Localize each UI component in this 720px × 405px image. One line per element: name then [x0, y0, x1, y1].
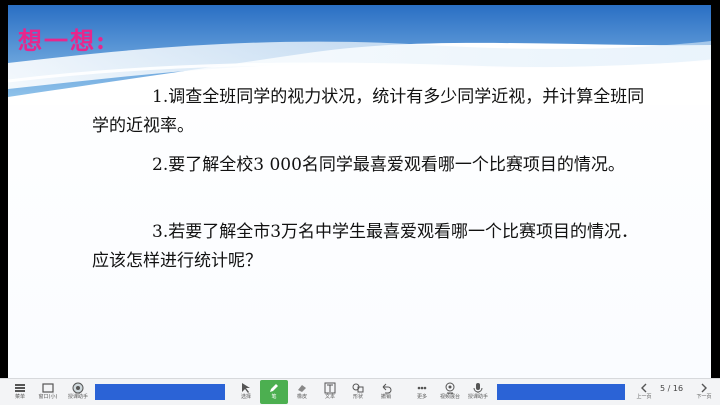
bottom-toolbar: 菜单 窗口(小) 授课助手 选择 笔 橡皮 文本 形状 撤销 更多 视频展台 授…: [0, 378, 720, 405]
text-tool-button[interactable]: 文本: [316, 380, 344, 404]
next-page-button[interactable]: 下一页: [690, 380, 718, 404]
slide: 想一想: 1.调查全班同学的视力状况，统计有多少同学近视，并计算全班同学的近视率…: [8, 5, 711, 378]
assistant-button[interactable]: 授课助手: [64, 380, 92, 404]
toolbar-accent-left: [95, 384, 225, 400]
cursor-icon: [239, 382, 253, 394]
pen-tool-button[interactable]: 笔: [260, 380, 288, 404]
shape-tool-button[interactable]: 形状: [344, 380, 372, 404]
question-1: 1.调查全班同学的视力状况，统计有多少同学近视，并计算全班同学的近视率。: [92, 87, 645, 136]
more-button[interactable]: 更多: [408, 380, 436, 404]
menu-button[interactable]: 菜单: [6, 380, 34, 404]
assistant-icon: [71, 382, 85, 394]
page-indicator: 5 / 16: [660, 384, 684, 393]
question-3: 3.若要了解全市3万名中学生最喜爱观看哪一个比赛项目的情况．应该怎样进行统计呢？: [92, 222, 639, 271]
camera-icon: [443, 382, 457, 394]
eraser-tool-button[interactable]: 橡皮: [288, 380, 316, 404]
presentation-screen: 想一想: 1.调查全班同学的视力状况，统计有多少同学近视，并计算全班同学的近视率…: [0, 0, 720, 405]
shape-icon: [351, 382, 365, 394]
mic-icon: [471, 382, 485, 394]
eraser-icon: [295, 382, 309, 394]
slide-title: 想一想:: [18, 26, 107, 55]
window-icon: [41, 382, 55, 394]
text-icon: [323, 382, 337, 394]
more-icon: [415, 382, 429, 394]
prev-page-button[interactable]: 上一页: [630, 380, 658, 404]
question-2: 2.要了解全校3 000名同学最喜爱观看哪一个比赛项目的情况。: [152, 155, 625, 175]
toolbar-accent-right: [497, 384, 625, 400]
window-button[interactable]: 窗口(小): [34, 380, 62, 404]
prev-icon: [637, 382, 651, 394]
pen-icon: [267, 382, 281, 394]
next-icon: [697, 382, 711, 394]
video-booth-button[interactable]: 视频展台: [436, 380, 464, 404]
menu-icon: [13, 382, 27, 394]
teaching-assistant-button[interactable]: 授课助手: [464, 380, 492, 404]
select-tool-button[interactable]: 选择: [232, 380, 260, 404]
undo-icon: [379, 382, 393, 394]
undo-button[interactable]: 撤销: [372, 380, 400, 404]
